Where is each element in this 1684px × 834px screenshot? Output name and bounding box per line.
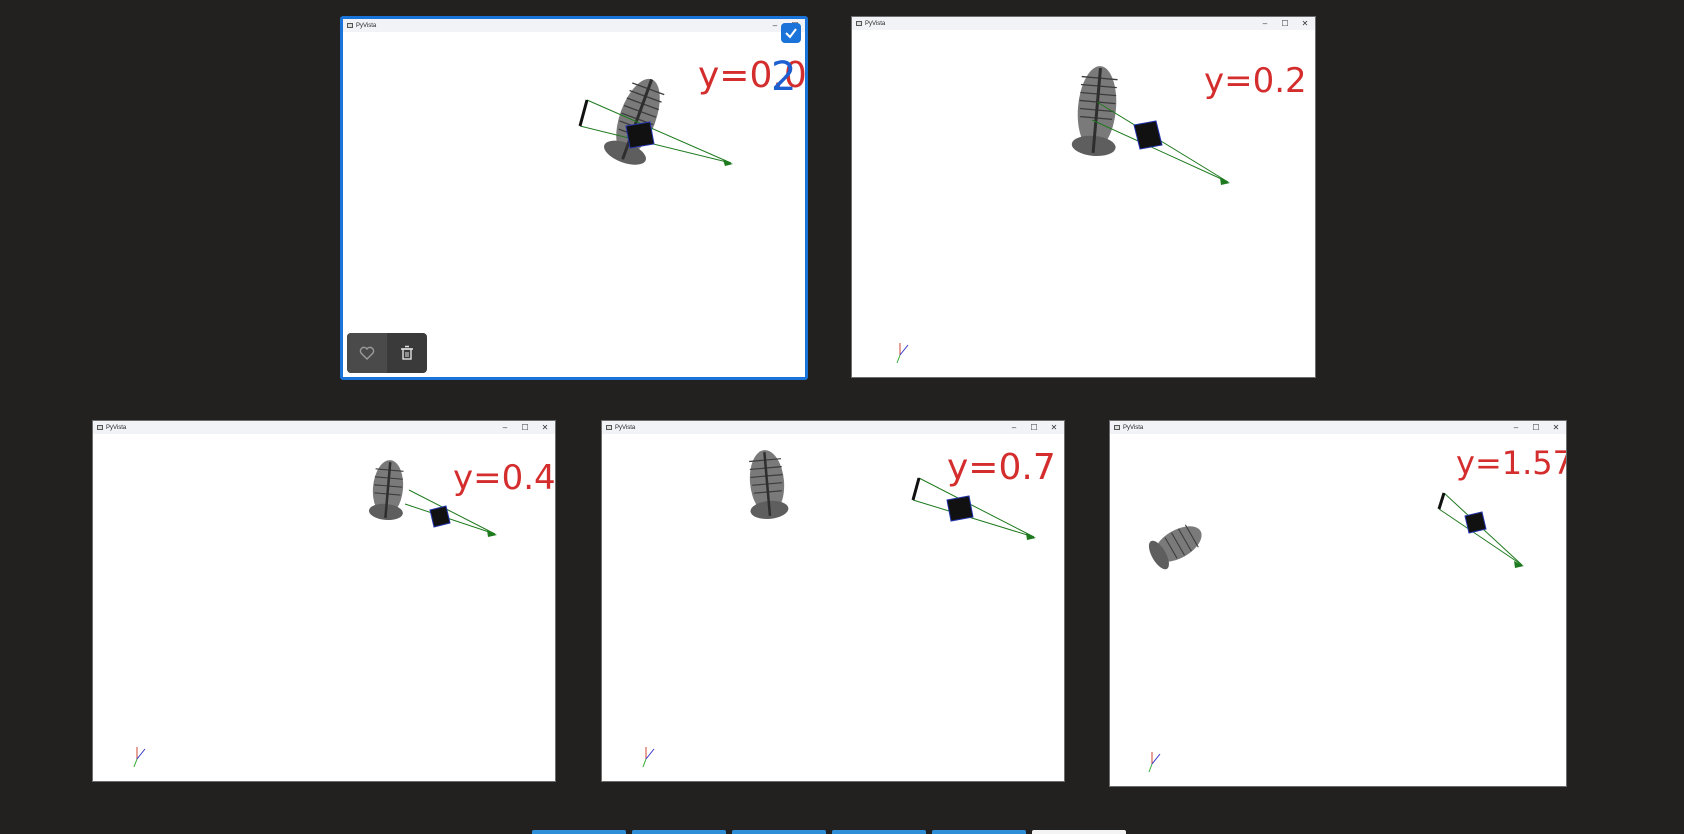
title-bar[interactable]: PyVista – ☐ ✕ bbox=[602, 421, 1064, 434]
app-icon bbox=[1114, 425, 1120, 430]
axes-widget bbox=[133, 747, 146, 768]
render-viewport[interactable]: y=0.4 bbox=[93, 434, 555, 781]
maximize-button[interactable]: ☐ bbox=[1526, 421, 1546, 434]
app-icon bbox=[347, 23, 353, 28]
app-icon bbox=[606, 425, 612, 430]
window-title: PyVista bbox=[106, 424, 127, 431]
window-title: PyVista bbox=[356, 22, 377, 29]
close-button[interactable]: ✕ bbox=[535, 421, 555, 434]
minimize-button[interactable]: – bbox=[495, 421, 515, 434]
skeleton-model bbox=[1148, 524, 1202, 570]
skeleton-model bbox=[749, 450, 789, 520]
window-title: PyVista bbox=[865, 20, 886, 27]
pyvista-window-1[interactable]: PyVista – ☐ y=0.0 2 bbox=[340, 16, 808, 380]
render-viewport[interactable]: y=0.0 2 bbox=[343, 32, 805, 377]
window-title: PyVista bbox=[615, 424, 636, 431]
axes-widget bbox=[642, 747, 655, 768]
annotation-note: y=0.4 bbox=[453, 458, 555, 498]
close-button[interactable]: ✕ bbox=[1546, 421, 1566, 434]
thumbnail-tab-active[interactable] bbox=[1032, 830, 1126, 834]
maximize-button[interactable]: ☐ bbox=[1024, 421, 1044, 434]
window-title: PyVista bbox=[1123, 424, 1144, 431]
thumbnail-tab[interactable] bbox=[832, 830, 926, 834]
minimize-button[interactable]: – bbox=[1506, 421, 1526, 434]
skeleton-model bbox=[1071, 66, 1118, 157]
annotation-note: y=0.2 bbox=[1204, 61, 1307, 101]
pyvista-window-4[interactable]: PyVista – ☐ ✕ y=0.7 bbox=[601, 420, 1065, 782]
render-viewport[interactable]: y=1.57 bbox=[1110, 434, 1566, 786]
close-button[interactable]: ✕ bbox=[1044, 421, 1064, 434]
annotation-note: y=0.7 bbox=[947, 447, 1056, 488]
render-viewport[interactable]: y=0.7 bbox=[602, 434, 1064, 781]
minimize-button[interactable]: – bbox=[1255, 17, 1275, 30]
title-bar[interactable]: PyVista – ☐ bbox=[343, 19, 805, 32]
annotation-note: y=1.57 bbox=[1456, 444, 1566, 482]
pyvista-window-3[interactable]: PyVista – ☐ ✕ y=0.4 bbox=[92, 420, 556, 782]
thumbnail-tab[interactable] bbox=[932, 830, 1026, 834]
check-icon[interactable] bbox=[781, 23, 801, 43]
thumbnail-tab[interactable] bbox=[532, 830, 626, 834]
thumbnail-tab[interactable] bbox=[732, 830, 826, 834]
trash-icon bbox=[401, 345, 413, 360]
heart-icon bbox=[359, 346, 375, 360]
title-bar[interactable]: PyVista – ☐ ✕ bbox=[1110, 421, 1566, 434]
axes-widget bbox=[896, 343, 909, 364]
close-button[interactable]: ✕ bbox=[1295, 17, 1315, 30]
photo-toolbar bbox=[347, 333, 427, 373]
skeleton-model bbox=[368, 460, 404, 521]
title-bar[interactable]: PyVista – ☐ ✕ bbox=[852, 17, 1315, 30]
annotation-note: y=0.0 2 bbox=[698, 54, 805, 100]
camera-frustum bbox=[1437, 492, 1524, 568]
favorite-button[interactable] bbox=[347, 333, 387, 373]
axes-widget bbox=[1148, 752, 1161, 773]
app-icon bbox=[856, 21, 862, 26]
minimize-button[interactable]: – bbox=[1004, 421, 1024, 434]
app-icon bbox=[97, 425, 103, 430]
title-bar[interactable]: PyVista – ☐ ✕ bbox=[93, 421, 555, 434]
svg-text:2: 2 bbox=[771, 54, 796, 100]
maximize-button[interactable]: ☐ bbox=[1275, 17, 1295, 30]
delete-button[interactable] bbox=[387, 333, 427, 373]
pyvista-window-5[interactable]: PyVista – ☐ ✕ y=1.57 bbox=[1109, 420, 1567, 787]
render-viewport[interactable]: y=0.2 bbox=[852, 30, 1315, 377]
pyvista-window-2[interactable]: PyVista – ☐ ✕ y=0.2 bbox=[851, 16, 1316, 378]
maximize-button[interactable]: ☐ bbox=[515, 421, 535, 434]
skeleton-model bbox=[604, 78, 665, 165]
thumbnail-tab[interactable] bbox=[632, 830, 726, 834]
